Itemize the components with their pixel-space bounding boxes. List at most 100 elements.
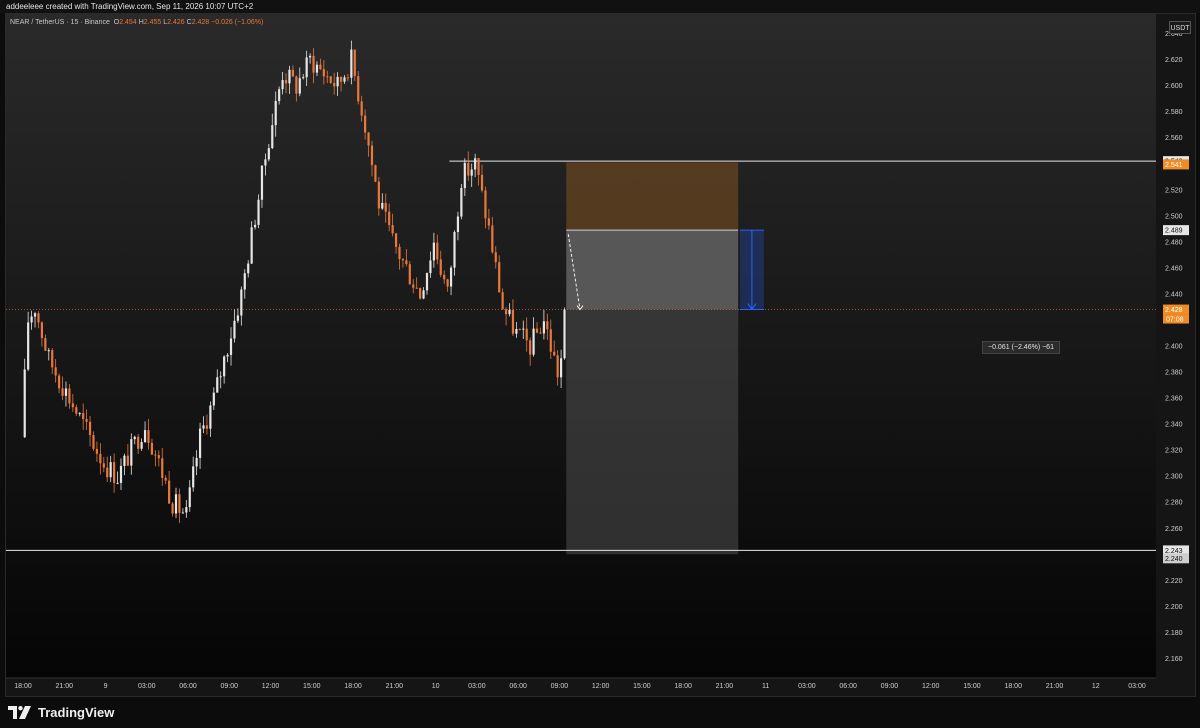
candle-body xyxy=(195,457,198,467)
candle-body xyxy=(436,242,439,260)
candle-body xyxy=(419,287,422,299)
candle-body xyxy=(164,477,167,481)
candle-body xyxy=(185,507,188,513)
time-tick-label: 03:00 xyxy=(468,683,486,690)
candle-body xyxy=(253,224,257,228)
currency-button[interactable]: USDT xyxy=(1169,21,1191,34)
candle-body xyxy=(353,49,356,77)
candle-body xyxy=(415,287,418,289)
candle-body xyxy=(68,388,71,404)
candle-body xyxy=(54,367,57,376)
candle-body xyxy=(370,145,374,166)
price-tick-label: 2.580 xyxy=(1165,109,1183,116)
candle-body xyxy=(408,264,411,285)
price-badge-label: 2.541 xyxy=(1165,162,1183,169)
candle-body xyxy=(281,80,284,90)
candle-body xyxy=(126,455,129,466)
candle-body xyxy=(157,455,160,459)
candle-body xyxy=(223,356,226,377)
candle-body xyxy=(257,199,260,225)
time-tick-label: 12:00 xyxy=(262,683,280,690)
candle-body xyxy=(58,375,61,389)
high-value: 2.455 xyxy=(143,19,162,26)
time-tick-label: 18:00 xyxy=(344,683,362,690)
candle-body xyxy=(449,267,453,287)
candle-body xyxy=(336,76,339,87)
candle-body xyxy=(95,448,99,454)
price-tick-label: 2.340 xyxy=(1165,422,1183,429)
price-tick-label: 2.400 xyxy=(1165,344,1183,351)
time-tick-label: 15:00 xyxy=(963,683,981,690)
candle-body xyxy=(219,376,222,378)
candle-body xyxy=(226,354,229,357)
price-tick-label: 2.200 xyxy=(1165,604,1183,611)
candle-body xyxy=(539,332,542,334)
time-tick-label: 21:00 xyxy=(716,683,734,690)
candle-body xyxy=(422,290,425,299)
candle-body xyxy=(453,231,456,268)
candle-body xyxy=(123,455,126,467)
candle-body xyxy=(267,148,270,160)
candle-body xyxy=(102,463,105,468)
price-chart[interactable]: 2.160 2.180 2.200 2.220 2.240 2.260 2.280 2.300… xyxy=(6,14,1195,696)
candle-body xyxy=(23,369,26,438)
candle-body xyxy=(374,165,377,182)
candle-body xyxy=(529,340,532,355)
time-tick-label: 12:00 xyxy=(592,683,610,690)
candle-body xyxy=(27,322,30,370)
candle-body xyxy=(305,57,308,78)
candle-body xyxy=(295,76,298,94)
candle-body xyxy=(229,338,233,355)
time-tick-label: 06:00 xyxy=(179,683,197,690)
candle-body xyxy=(391,225,394,234)
candle-body xyxy=(312,55,315,73)
candle-body xyxy=(147,430,150,443)
candle-body xyxy=(291,69,295,77)
price-badge-label: 2.428 xyxy=(1165,307,1183,314)
candle-body xyxy=(99,453,102,464)
candle-body xyxy=(168,480,171,504)
candle-body xyxy=(47,350,50,352)
candle-body xyxy=(535,328,539,333)
price-badge-label: 2.489 xyxy=(1165,228,1183,235)
candle-body xyxy=(236,315,239,321)
candle-body xyxy=(377,181,380,209)
time-tick-label: 12 xyxy=(1092,683,1100,690)
time-tick-label: 15:00 xyxy=(633,683,651,690)
stop-zone xyxy=(566,162,739,231)
candle-body xyxy=(559,358,563,378)
candle-body xyxy=(315,64,319,73)
symbol-name[interactable]: NEAR / TetherUS · 15 · Binance xyxy=(10,19,110,26)
tradingview-logo[interactable]: TradingView xyxy=(8,705,114,720)
tradingview-logo-icon xyxy=(8,705,31,719)
candle-body xyxy=(64,388,68,396)
time-tick-label: 21:00 xyxy=(386,683,404,690)
candle-body xyxy=(508,309,511,315)
candle-body xyxy=(82,413,85,420)
short-position-tool[interactable] xyxy=(566,162,739,555)
time-tick-label: 03:00 xyxy=(1128,683,1146,690)
candle-body xyxy=(333,82,336,87)
candle-body xyxy=(474,158,477,170)
candle-body xyxy=(522,328,525,330)
candle-body xyxy=(432,242,435,261)
chart-area[interactable]: 2.160 2.180 2.200 2.220 2.240 2.260 2.280 2.300… xyxy=(5,13,1196,697)
candle-body xyxy=(33,313,37,317)
time-tick-label: 15:00 xyxy=(303,683,321,690)
time-tick-label: 09:00 xyxy=(881,683,899,690)
candle-body xyxy=(525,328,528,341)
candle-body xyxy=(209,405,212,429)
time-tick-label: 18:00 xyxy=(14,683,32,690)
candle-body xyxy=(367,132,370,146)
time-tick-label: 9 xyxy=(104,683,108,690)
time-tick-label: 03:00 xyxy=(798,683,816,690)
candle-body xyxy=(343,77,346,82)
candle-body xyxy=(384,202,387,212)
candle-body xyxy=(553,351,556,356)
candle-body xyxy=(143,430,147,443)
candle-body xyxy=(360,101,363,116)
candle-body xyxy=(546,321,549,330)
candle-body xyxy=(284,80,288,84)
candle-body xyxy=(398,246,401,260)
time-tick-label: 11 xyxy=(762,683,769,690)
